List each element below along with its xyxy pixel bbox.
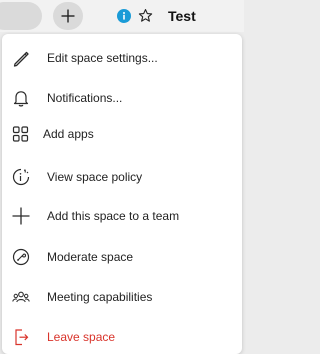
people-icon: [12, 291, 30, 303]
menu-item-label: Add this space to a team: [47, 209, 180, 223]
star-icon[interactable]: [138, 8, 153, 23]
menu-item-notifications[interactable]: Notifications...: [2, 80, 242, 116]
menu-item-label: Moderate space: [47, 250, 134, 264]
menu-item-label: Meeting capabilities: [47, 290, 153, 304]
moderate-icon: [12, 248, 30, 266]
bell-icon: [13, 91, 29, 107]
menu-item-label: View space policy: [47, 170, 143, 184]
menu-item-add-to-team[interactable]: Add this space to a team: [2, 198, 242, 234]
menu-item-add-apps[interactable]: Add apps: [2, 116, 242, 152]
menu-item-label: Notifications...: [47, 91, 123, 105]
space-header: Test: [0, 0, 244, 32]
plus-icon: [12, 207, 30, 225]
apps-grid-icon: [12, 126, 29, 142]
search-pill[interactable]: [0, 2, 42, 30]
leave-icon: [15, 329, 29, 346]
space-options-menu: Edit space settings... Notifications... …: [2, 34, 242, 354]
menu-item-moderate-space[interactable]: Moderate space: [2, 239, 242, 275]
menu-item-label: Edit space settings...: [47, 51, 158, 65]
menu-item-view-space-policy[interactable]: View space policy: [2, 159, 242, 195]
app-root: Test Edit space settings... Notification…: [0, 0, 244, 354]
pencil-icon: [13, 51, 29, 67]
plus-icon: [61, 9, 75, 23]
menu-item-edit-space-settings[interactable]: Edit space settings...: [2, 40, 242, 76]
menu-item-leave-space[interactable]: Leave space: [2, 319, 242, 354]
menu-item-label: Leave space: [47, 330, 116, 344]
add-button[interactable]: [53, 2, 83, 30]
menu-item-meeting-capabilities[interactable]: Meeting capabilities: [2, 279, 242, 315]
space-title: Test: [168, 8, 196, 24]
info-icon[interactable]: [117, 9, 131, 23]
policy-icon: [12, 168, 30, 186]
menu-item-label: Add apps: [43, 127, 94, 141]
